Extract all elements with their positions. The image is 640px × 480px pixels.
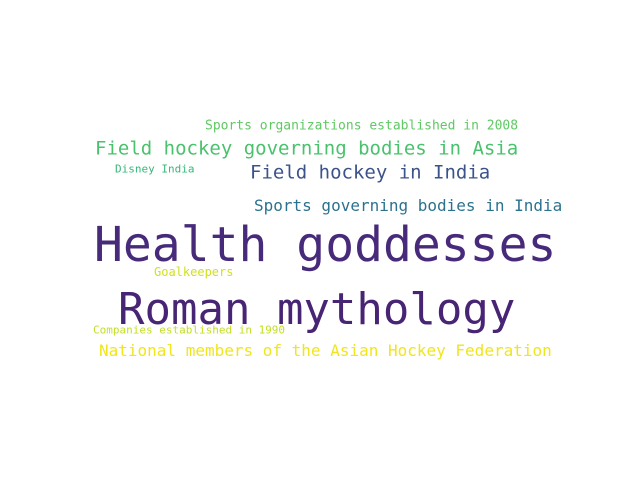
word-sports-organizations-established-2008: Sports organizations established in 2008 (205, 118, 519, 134)
word-field-hockey-in-india: Field hockey in India (250, 161, 491, 184)
word-companies-established-1990: Companies established in 1990 (93, 323, 286, 337)
word-health-goddesses: Health goddesses (94, 217, 557, 273)
word-sports-governing-bodies-in-india: Sports governing bodies in India (254, 196, 563, 215)
word-goalkeepers: Goalkeepers (154, 265, 234, 279)
word-disney-india: Disney India (115, 162, 195, 176)
word-national-members-asian-hockey-federation: National members of the Asian Hockey Fed… (99, 341, 552, 360)
word-cloud: Health goddesses Roman mythology Field h… (0, 0, 640, 480)
word-field-hockey-governing-bodies-in-asia: Field hockey governing bodies in Asia (95, 137, 519, 160)
